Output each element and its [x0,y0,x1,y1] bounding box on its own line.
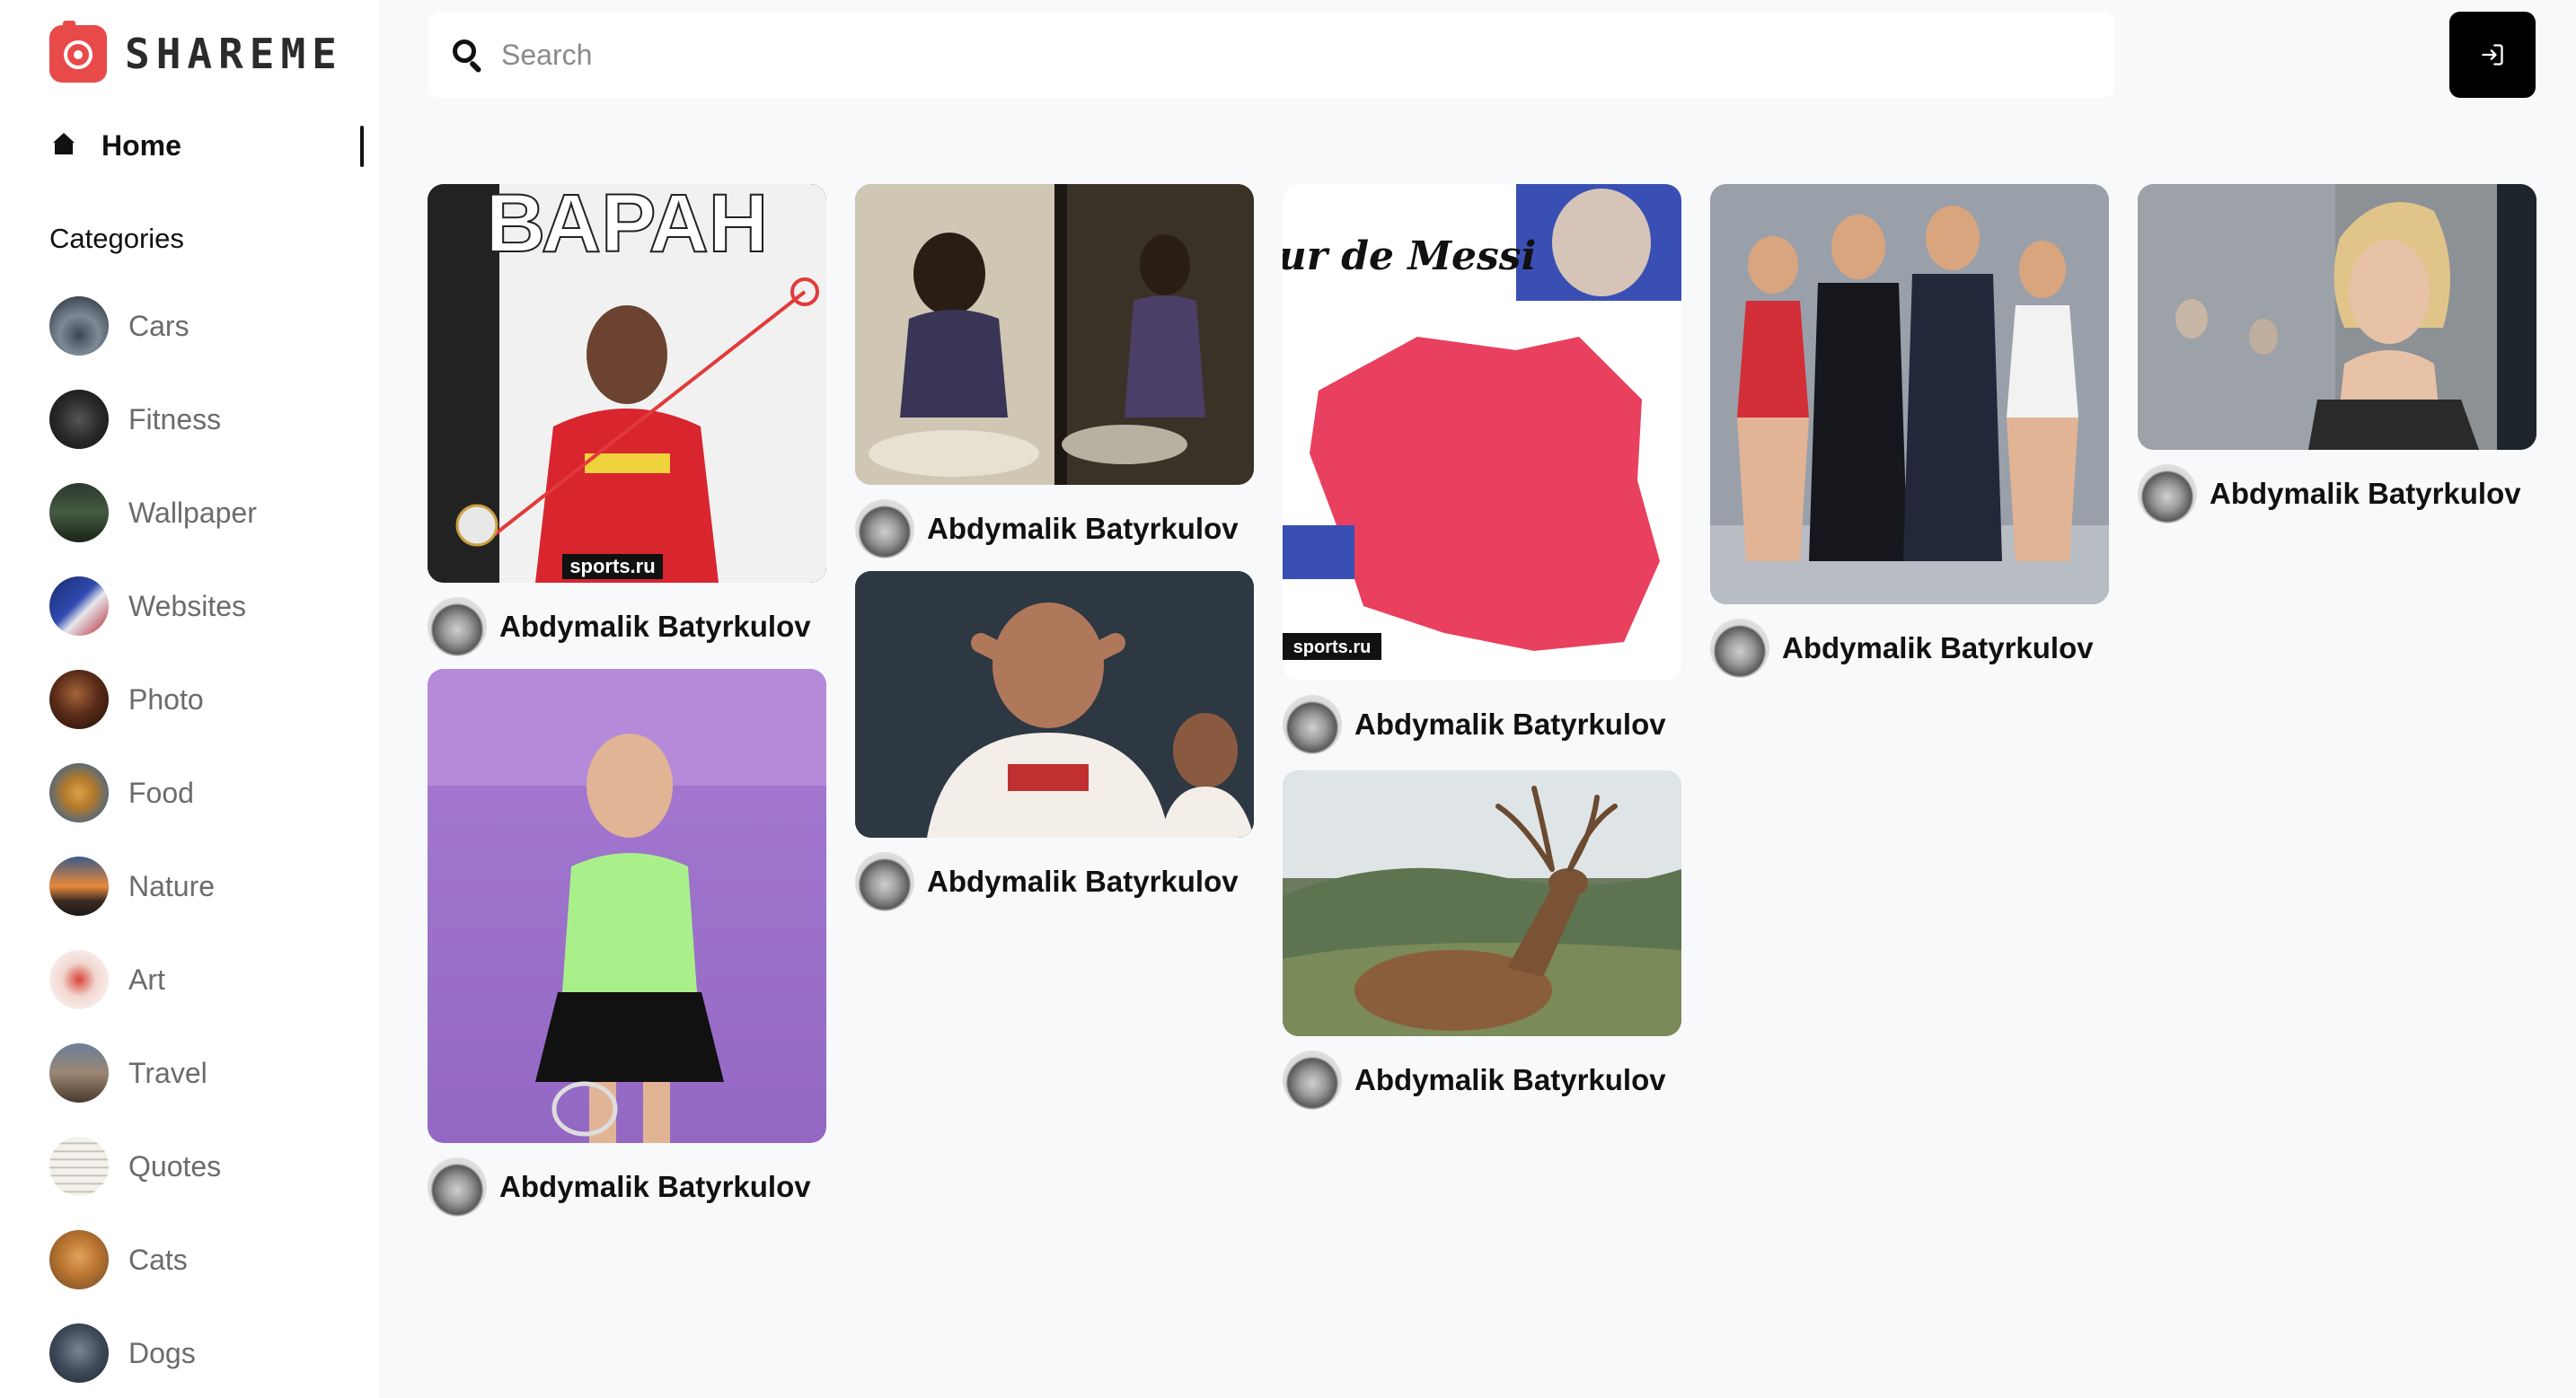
category-label: Food [128,776,194,809]
author-name: Abdymalik Batyrkulov [927,512,1239,545]
category-label: Fitness [128,402,222,435]
author-avatar [855,499,914,558]
author-name: Abdymalik Batyrkulov [1354,708,1666,741]
author-name: Abdymalik Batyrkulov [927,865,1239,898]
category-item-cats[interactable]: Cats [49,1230,355,1289]
category-label: Quotes [128,1149,222,1183]
author-name: Abdymalik Batyrkulov [499,1170,811,1203]
search-input[interactable] [501,31,2082,80]
category-item-websites[interactable]: Websites [49,576,355,636]
pin-image-brand: sports.ru [569,555,655,577]
pin-author[interactable]: Abdymalik Batyrkulov [1283,695,1666,754]
author-avatar [1710,619,1769,678]
pin-author[interactable]: Abdymalik Batyrkulov [428,597,811,656]
category-label: Photo [128,682,204,716]
pin-image[interactable] [428,669,826,1143]
app-name: SHAREME [125,30,343,78]
category-item-food[interactable]: Food [49,763,355,822]
pin-author[interactable]: Abdymalik Batyrkulov [855,499,1239,558]
author-name: Abdymalik Batyrkulov [499,610,811,643]
pin-image[interactable]: Tour de Messi sports.ru [1283,184,1681,681]
cats-thumbnail [49,1230,109,1289]
quotes-thumbnail [49,1137,109,1196]
active-indicator [360,126,364,167]
category-label: Cats [128,1243,188,1276]
pin-image[interactable] [1283,770,1681,1036]
pin-author[interactable]: Abdymalik Batyrkulov [855,852,1239,911]
camera-logo-icon [49,21,107,83]
nature-thumbnail [49,857,109,916]
category-item-fitness[interactable]: Fitness [49,390,355,449]
pin-image[interactable] [2138,184,2536,450]
pin-author[interactable]: Abdymalik Batyrkulov [428,1157,811,1217]
pin-image-title: ВАРАН [486,184,768,269]
login-button[interactable] [2449,12,2536,98]
search-icon [453,40,485,74]
category-label: Art [128,963,165,996]
category-item-travel[interactable]: Travel [49,1043,355,1103]
categories-heading: Categories [49,223,184,254]
category-item-quotes[interactable]: Quotes [49,1137,355,1196]
category-item-cars[interactable]: Cars [49,296,355,356]
pin-author[interactable]: Abdymalik Batyrkulov [1710,619,2094,678]
author-name: Abdymalik Batyrkulov [1354,1063,1666,1096]
pin-image[interactable] [1710,184,2109,604]
search-bar [428,13,2114,98]
category-label: Wallpaper [128,496,257,529]
dogs-thumbnail [49,1323,109,1383]
wallpaper-thumbnail [49,483,109,542]
category-item-dogs[interactable]: Dogs [49,1323,355,1383]
author-avatar [2138,464,2197,523]
home-label: Home [101,128,181,162]
category-label: Dogs [128,1336,196,1369]
author-avatar [428,1157,487,1217]
pin-image-title: Tour de Messi [1283,233,1536,279]
author-name: Abdymalik Batyrkulov [2210,477,2521,510]
author-avatar [1283,695,1342,754]
logo[interactable]: SHAREME [49,21,343,83]
websites-thumbnail [49,576,109,636]
author-avatar [855,852,914,911]
home-icon [51,133,76,158]
category-label: Travel [128,1056,207,1089]
sidebar-item-home[interactable]: Home [49,122,364,169]
pin-image[interactable] [855,184,1254,485]
photo-thumbnail [49,670,109,729]
author-name: Abdymalik Batyrkulov [1782,631,2094,664]
sidebar: SHAREME Home Categories Cars Fitness Wal… [0,0,379,1398]
category-item-wallpaper[interactable]: Wallpaper [49,483,355,542]
pin-author[interactable]: Abdymalik Batyrkulov [1283,1051,1666,1110]
fitness-thumbnail [49,390,109,449]
category-item-art[interactable]: Art [49,950,355,1009]
art-thumbnail [49,950,109,1009]
author-avatar [428,597,487,656]
author-avatar [1283,1051,1342,1110]
category-label: Websites [128,589,247,622]
pin-image[interactable] [855,571,1254,838]
pin-image-brand: sports.ru [1293,637,1372,657]
category-item-photo[interactable]: Photo [49,670,355,729]
pin-author[interactable]: Abdymalik Batyrkulov [2138,464,2521,523]
login-icon [2482,44,2503,66]
pin-image[interactable]: ВАРАН sports.ru [428,184,826,583]
food-thumbnail [49,763,109,822]
category-label: Nature [128,869,216,902]
travel-thumbnail [49,1043,109,1103]
cars-thumbnail [49,296,109,356]
category-label: Cars [128,309,190,342]
category-item-nature[interactable]: Nature [49,857,355,916]
